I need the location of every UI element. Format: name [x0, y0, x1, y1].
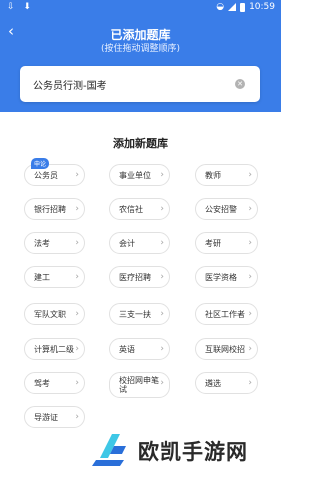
- watermark-logo-icon: [92, 434, 126, 466]
- chevron-right-icon: ›: [75, 238, 79, 248]
- chip[interactable]: 法考 ›: [24, 232, 85, 254]
- chevron-right-icon: ›: [75, 204, 79, 214]
- chip-label: 三支一扶: [119, 309, 151, 319]
- chip[interactable]: 医疗招聘 ›: [109, 266, 170, 288]
- chip-label: 建工: [34, 272, 50, 282]
- chip-badge: 申论: [31, 158, 50, 169]
- chip-label: 英语: [119, 344, 135, 354]
- chevron-right-icon: ›: [160, 344, 164, 354]
- chip-label: 社区工作者: [205, 309, 245, 319]
- chevron-right-icon: ›: [248, 170, 252, 180]
- chip[interactable]: 考研 ›: [195, 232, 258, 254]
- chip[interactable]: 三支一扶 ›: [109, 303, 170, 325]
- chip[interactable]: 公安招警 ›: [195, 198, 258, 220]
- chip[interactable]: 导游证 ›: [24, 406, 85, 428]
- chip[interactable]: 农信社 ›: [109, 198, 170, 220]
- chip[interactable]: 教师 ›: [195, 164, 258, 186]
- chip[interactable]: 会计 ›: [109, 232, 170, 254]
- chip[interactable]: 校招网申笔试 ›: [109, 372, 170, 398]
- chevron-right-icon: ›: [75, 170, 79, 180]
- status-icons: ◒ 10:59: [216, 2, 275, 12]
- chevron-right-icon: ›: [75, 378, 79, 388]
- signal-icon: [228, 3, 237, 11]
- chevron-right-icon: ›: [75, 309, 79, 319]
- status-bar: ⇩ ⬇ ◒ 10:59: [0, 0, 281, 16]
- clock: 10:59: [249, 2, 275, 12]
- chevron-right-icon: ›: [160, 309, 164, 319]
- chip[interactable]: 遴选 ›: [195, 372, 258, 394]
- battery-icon: [240, 2, 246, 12]
- chevron-right-icon: ›: [248, 378, 252, 388]
- chip-label: 医疗招聘: [119, 272, 151, 282]
- chip-label: 校招网申笔试: [119, 376, 159, 394]
- selected-bank-item[interactable]: 公务员行测-国考 ✕: [20, 66, 260, 102]
- chevron-right-icon: ›: [160, 272, 164, 282]
- chip-label: 银行招聘: [34, 204, 66, 214]
- chevron-right-icon: ›: [248, 344, 252, 354]
- chevron-right-icon: ›: [248, 204, 252, 214]
- chip[interactable]: 军队文职 ›: [24, 303, 85, 325]
- chevron-right-icon: ›: [160, 204, 164, 214]
- chip[interactable]: 事业单位 ›: [109, 164, 170, 186]
- chevron-right-icon: ›: [75, 344, 79, 354]
- chip[interactable]: 驾考 ›: [24, 372, 85, 394]
- chip[interactable]: 建工 ›: [24, 266, 85, 288]
- chip-label: 计算机二级: [34, 344, 74, 354]
- chevron-right-icon: ›: [248, 272, 252, 282]
- chevron-right-icon: ›: [160, 378, 164, 388]
- chevron-right-icon: ›: [248, 238, 252, 248]
- chip[interactable]: 医学资格 ›: [195, 266, 258, 288]
- chip-label: 事业单位: [119, 170, 151, 180]
- chip-label: 公安招警: [205, 204, 237, 214]
- chip-label: 教师: [205, 170, 221, 180]
- selected-bank-label: 公务员行测-国考: [33, 81, 107, 92]
- chip-label: 会计: [119, 238, 135, 248]
- chip-label: 遴选: [205, 378, 221, 388]
- chip-label: 互联网校招: [205, 344, 245, 354]
- page-subtitle: (按住拖动调整顺序): [100, 44, 181, 54]
- chip[interactable]: 银行招聘 ›: [24, 198, 85, 220]
- chip[interactable]: 公务员 › 申论: [24, 158, 85, 186]
- remove-icon[interactable]: ✕: [235, 79, 245, 89]
- watermark: 欧凯手游网: [90, 428, 280, 468]
- chip[interactable]: 互联网校招 ›: [195, 338, 258, 360]
- chip-label: 医学资格: [205, 272, 237, 282]
- wifi-icon: ◒: [216, 2, 225, 12]
- chip-label: 考研: [205, 238, 221, 248]
- chip-label: 法考: [34, 238, 50, 248]
- chip-label: 农信社: [119, 204, 143, 214]
- chevron-right-icon: ›: [160, 170, 164, 180]
- chip[interactable]: 英语 ›: [109, 338, 170, 360]
- chevron-right-icon: ›: [75, 412, 79, 422]
- chip-label: 公务员: [34, 170, 58, 180]
- chip-label: 军队文职: [34, 309, 66, 319]
- download-icon: ⇩ ⬇: [7, 2, 34, 12]
- chip-label: 导游证: [34, 412, 58, 422]
- chip[interactable]: 社区工作者 ›: [195, 303, 258, 325]
- chip[interactable]: 计算机二级 ›: [24, 338, 85, 360]
- chevron-right-icon: ›: [75, 272, 79, 282]
- watermark-text: 欧凯手游网: [138, 440, 248, 464]
- chevron-right-icon: ›: [160, 238, 164, 248]
- section-title: 添加新题库: [113, 137, 168, 150]
- chevron-right-icon: ›: [248, 309, 252, 319]
- chip-label: 驾考: [34, 378, 50, 388]
